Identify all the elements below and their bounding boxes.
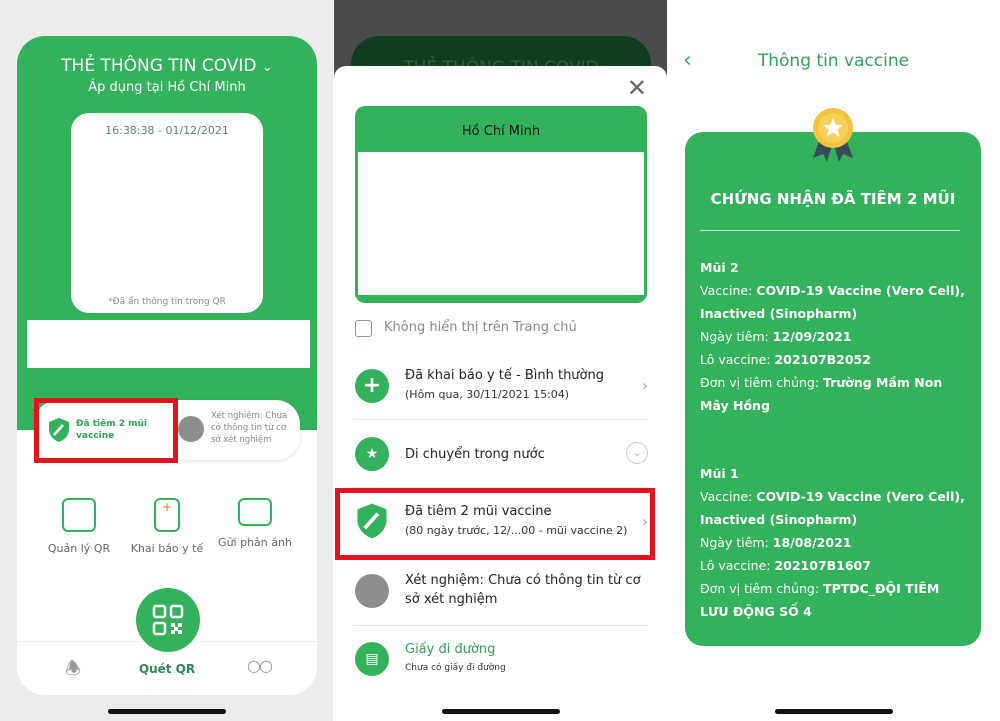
row-title: Di chuyển trong nước — [405, 447, 545, 462]
bottom-area — [334, 692, 667, 721]
scan-qr-tab[interactable]: Quét QR — [127, 662, 207, 676]
certificate-title: CHỨNG NHẬN ĐÃ TIÊM 2 MŨI — [710, 190, 956, 208]
card-title-text: THẺ THÔNG TIN COVID — [61, 56, 257, 76]
dose-unit: Đơn vị tiêm chủng: TPTDC_ĐỘI TIÊM LƯU ĐỘ… — [700, 577, 970, 623]
feature-qr-manage[interactable]: Quản lý QR — [34, 498, 124, 555]
label: Ngày tiêm: — [700, 329, 773, 344]
qr-note: *Đã ẩn thông tin trong QR — [108, 297, 226, 307]
divider — [700, 230, 960, 231]
row-sub: (Hôm qua, 30/11/2021 15:04) — [405, 388, 570, 401]
list-item-domestic-travel[interactable]: ★ Di chuyển trong nước ⌄ — [353, 420, 648, 488]
row-sub: Chưa có giấy đi đường — [405, 663, 506, 673]
location-title: Hồ Chí Minh — [461, 124, 541, 139]
scan-qr-button[interactable] — [136, 588, 200, 652]
row-title: Đã khai báo y tế - Bình thường — [405, 368, 604, 383]
chevron-down-icon[interactable]: ⌄ — [626, 442, 648, 464]
label: Lô vaccine: — [700, 352, 775, 367]
test-tube-icon — [178, 416, 204, 442]
feature-feedback[interactable]: Gửi phản ánh — [210, 498, 300, 549]
list-item-health-declaration[interactable]: + Đã khai báo y tế - Bình thường (Hôm qua… — [353, 352, 648, 420]
dose-date: Ngày tiêm: 18/08/2021 — [700, 531, 970, 554]
medal-icon — [813, 108, 853, 162]
value: 202107B2052 — [774, 352, 871, 367]
label: Ngày tiêm: — [700, 535, 773, 550]
checkbox-label: Không hiển thị trên Trang chủ — [384, 320, 577, 335]
card-subtitle: Áp dụng tại Hồ Chí Minh — [88, 80, 246, 95]
dose-date: Ngày tiêm: 12/09/2021 — [700, 325, 970, 348]
feature-label: Quản lý QR — [47, 542, 111, 555]
dose-2: Mũi 2 Vaccine: COVID-19 Vaccine (Vero Ce… — [700, 256, 970, 417]
home-indicator — [108, 709, 226, 714]
label: Đơn vị tiêm chủng: — [700, 375, 824, 390]
label: Vaccine: — [700, 283, 757, 298]
label: Lô vaccine: — [700, 558, 775, 573]
hidden-info-bar — [27, 320, 310, 368]
checkbox-box[interactable] — [355, 320, 372, 337]
qr-icon — [152, 604, 184, 636]
dose-lot: Lô vaccine: 202107B1607 — [700, 554, 970, 577]
vaccine-info-screen: ‹ Thông tin vaccine CHỨNG NHẬN ĐÃ TIÊM 2… — [667, 0, 1000, 721]
certificate-icon: ▤ — [355, 642, 389, 676]
location-card: Hồ Chí Minh — [355, 106, 647, 303]
label: Đơn vị tiêm chủng: — [700, 581, 824, 596]
value: 18/08/2021 — [772, 535, 852, 550]
qr-timestamp: 16:38:38 - 01/12/2021 — [105, 124, 229, 137]
menu-grid-icon[interactable]: ○○ — [247, 656, 273, 675]
dose-1: Mũi 1 Vaccine: COVID-19 Vaccine (Vero Ce… — [700, 462, 970, 623]
list-item-test[interactable]: Xét nghiệm: Chưa có thông tin từ cơ sở x… — [353, 560, 648, 626]
value: 12/09/2021 — [772, 329, 852, 344]
label: Vaccine: — [700, 489, 757, 504]
qr-box: 16:38:38 - 01/12/2021 *Đã ẩn thông tin t… — [71, 113, 263, 313]
row-text: Đã khai báo y tế - Bình thường (Hôm qua, … — [405, 366, 604, 404]
feature-health-declare[interactable]: + Khai báo y tế — [122, 498, 212, 555]
close-icon[interactable]: ✕ — [627, 74, 647, 102]
chevron-right-icon: › — [641, 376, 648, 395]
hide-on-home-checkbox[interactable]: Không hiển thị trên Trang chủ — [355, 319, 615, 339]
dose-unit: Đơn vị tiêm chủng: Trường Mầm Non Mây Hồ… — [700, 371, 970, 417]
feature-label: Khai báo y tế — [130, 542, 204, 555]
plus-icon: + — [355, 369, 389, 403]
highlight-box — [335, 488, 655, 560]
covid-details-sheet-screen: THẺ THÔNG TIN COVID ✕ Hồ Chí Minh Không … — [334, 0, 667, 721]
bottom-sheet: ✕ Hồ Chí Minh Không hiển thị trên Trang … — [334, 66, 667, 692]
feature-label: Gửi phản ánh — [218, 536, 292, 549]
medical-form-icon: + — [154, 498, 180, 532]
row-text: Giấy đi đường Chưa có giấy đi đường — [405, 640, 506, 678]
highlight-box — [34, 398, 178, 463]
home-indicator — [775, 709, 893, 714]
chevron-down-icon[interactable]: ⌄ — [262, 60, 273, 75]
dose-name: Mũi 1 — [700, 466, 739, 481]
value: 202107B1607 — [774, 558, 871, 573]
vaccine-certificate-card: CHỨNG NHẬN ĐÃ TIÊM 2 MŨI Mũi 2 Vaccine: … — [685, 132, 981, 646]
location-content — [358, 152, 644, 295]
home-screen: THẺ THÔNG TIN COVID ⌄ Áp dụng tại Hồ Chí… — [0, 0, 333, 721]
dose-vaccine: Vaccine: COVID-19 Vaccine (Vero Cell), I… — [700, 485, 970, 531]
test-status[interactable]: Xét nghiệm: Chưa có thông tin từ cơ sở x… — [178, 410, 298, 450]
row-title: Giấy đi đường — [405, 642, 496, 657]
test-tube-icon — [355, 574, 389, 608]
row-title: Xét nghiệm: Chưa có thông tin từ cơ sở x… — [405, 573, 641, 607]
page-title: Thông tin vaccine — [757, 51, 910, 71]
list-item-travel-permit[interactable]: ▤ Giấy đi đường Chưa có giấy đi đường — [353, 626, 648, 692]
bell-icon[interactable]: 🕭 — [65, 656, 81, 686]
card-title[interactable]: THẺ THÔNG TIN COVID ⌄ — [17, 56, 317, 76]
qr-grid-icon — [62, 498, 96, 532]
test-status-text: Xét nghiệm: Chưa có thông tin từ cơ sở x… — [211, 411, 288, 445]
chat-bubble-icon — [238, 498, 272, 526]
home-indicator — [442, 709, 560, 714]
dose-name: Mũi 2 — [700, 260, 739, 275]
document-star-icon: ★ — [355, 437, 389, 471]
dose-vaccine: Vaccine: COVID-19 Vaccine (Vero Cell), I… — [700, 279, 970, 325]
dose-lot: Lô vaccine: 202107B2052 — [700, 348, 970, 371]
